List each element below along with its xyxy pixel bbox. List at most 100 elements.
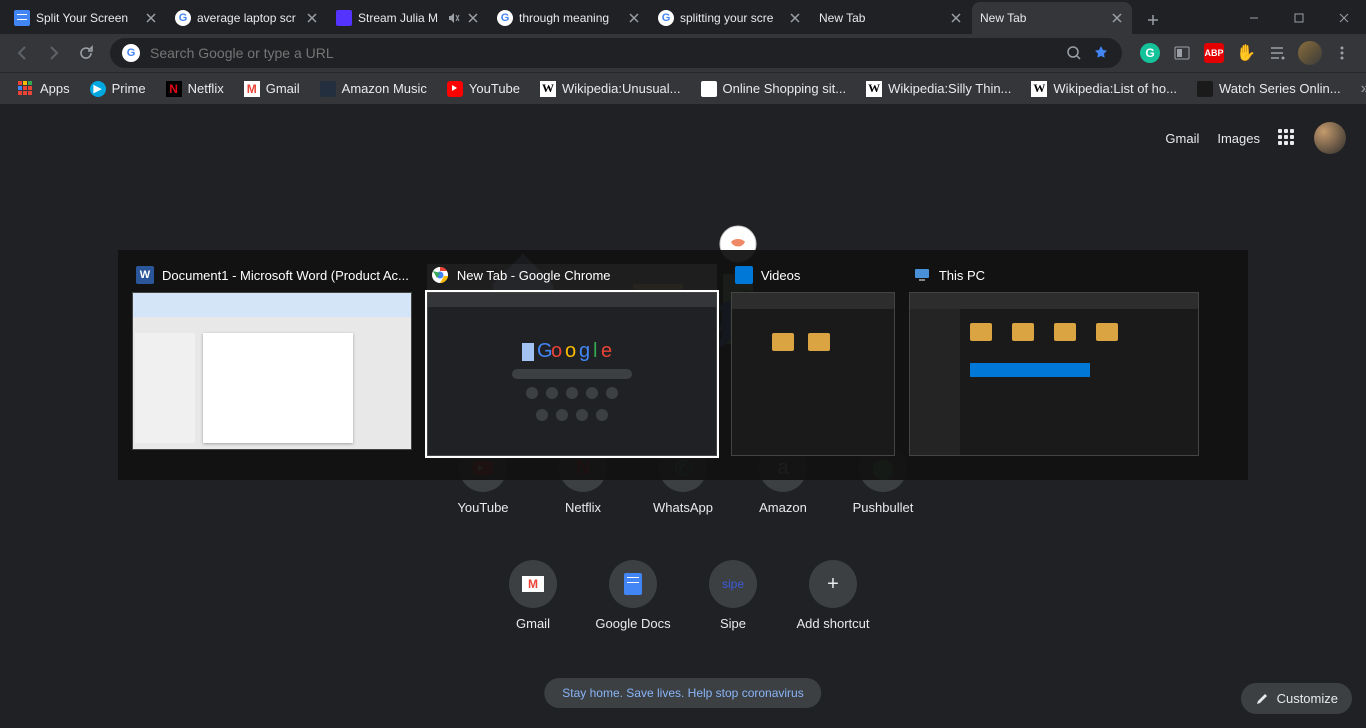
gmail-link[interactable]: Gmail bbox=[1165, 131, 1199, 146]
shortcut-google-docs[interactable]: Google Docs bbox=[583, 560, 683, 631]
tab-title: average laptop scr bbox=[197, 11, 299, 25]
alttab-title: New Tab - Google Chrome bbox=[457, 268, 611, 283]
google-icon: G bbox=[122, 44, 140, 62]
omnibox[interactable]: G bbox=[110, 38, 1122, 68]
tab-4[interactable]: G splitting your scre bbox=[650, 2, 810, 34]
bookmark-label: Wikipedia:List of ho... bbox=[1053, 81, 1177, 96]
tab-1[interactable]: G average laptop scr bbox=[167, 2, 327, 34]
soundcloud-icon bbox=[336, 10, 352, 26]
bookmark-prime[interactable]: ▶ Prime bbox=[82, 77, 154, 101]
customize-button[interactable]: Customize bbox=[1241, 683, 1352, 714]
window-controls bbox=[1231, 2, 1366, 34]
google-icon: G bbox=[175, 10, 191, 26]
bookmark-label: Watch Series Onlin... bbox=[1219, 81, 1341, 96]
images-link[interactable]: Images bbox=[1217, 131, 1260, 146]
word-icon: W bbox=[136, 266, 154, 284]
reader-ext-icon[interactable] bbox=[1172, 43, 1192, 63]
account-avatar[interactable] bbox=[1314, 122, 1346, 154]
tab-3[interactable]: G through meaning bbox=[489, 2, 649, 34]
alttab-title: Videos bbox=[761, 268, 801, 283]
shortcut-sipe[interactable]: sipeSipe bbox=[683, 560, 783, 631]
tab-6-active[interactable]: New Tab bbox=[972, 2, 1132, 34]
audio-muted-icon[interactable] bbox=[446, 11, 460, 25]
alttab-item-chrome[interactable]: New Tab - Google Chrome Google bbox=[427, 264, 717, 456]
bookmark-label: Amazon Music bbox=[342, 81, 427, 96]
gmail-icon bbox=[244, 81, 260, 97]
alttab-item-thispc[interactable]: This PC bbox=[909, 264, 1199, 456]
bookmark-wiki-unusual[interactable]: W Wikipedia:Unusual... bbox=[532, 77, 689, 101]
bookmark-label: Prime bbox=[112, 81, 146, 96]
alttab-title: Document1 - Microsoft Word (Product Ac..… bbox=[162, 268, 409, 283]
shortcut-gmail[interactable]: Gmail bbox=[483, 560, 583, 631]
tab-0[interactable]: Split Your Screen bbox=[6, 2, 166, 34]
tab-strip: Split Your Screen G average laptop scr S… bbox=[0, 0, 1366, 34]
search-icon[interactable] bbox=[1066, 45, 1082, 61]
close-icon[interactable] bbox=[627, 11, 641, 25]
shortcut-label: Netflix bbox=[565, 500, 601, 515]
bookmarks-overflow-button[interactable]: » bbox=[1353, 80, 1366, 98]
new-tab-button[interactable] bbox=[1139, 6, 1167, 34]
bookmark-youtube[interactable]: YouTube bbox=[439, 77, 528, 101]
wikipedia-icon: W bbox=[866, 81, 882, 97]
abp-ext-icon[interactable]: ABP bbox=[1204, 43, 1224, 63]
gesture-ext-icon[interactable]: ✋ bbox=[1236, 43, 1256, 63]
reload-button[interactable] bbox=[72, 39, 100, 67]
forward-button[interactable] bbox=[40, 39, 68, 67]
profile-avatar[interactable] bbox=[1298, 41, 1322, 65]
wikipedia-icon: W bbox=[540, 81, 556, 97]
bookmark-label: YouTube bbox=[469, 81, 520, 96]
close-icon[interactable] bbox=[466, 11, 480, 25]
shortcut-label: Google Docs bbox=[595, 616, 670, 631]
minimize-button[interactable] bbox=[1231, 2, 1276, 34]
tab-title: Split Your Screen bbox=[36, 11, 138, 25]
svg-text:l: l bbox=[593, 340, 597, 362]
google-icon: G bbox=[497, 10, 513, 26]
docs-icon bbox=[14, 10, 30, 26]
bookmark-netflix[interactable]: NNetflix bbox=[158, 77, 232, 101]
tab-2[interactable]: Stream Julia M bbox=[328, 2, 488, 34]
shortcuts-row-2: Gmail Google Docs sipeSipe +Add shortcut bbox=[483, 560, 883, 631]
bookmark-wiki-silly[interactable]: WWikipedia:Silly Thin... bbox=[858, 77, 1019, 101]
google-apps-icon[interactable] bbox=[1278, 129, 1296, 147]
apps-icon bbox=[18, 81, 34, 97]
bookmarks-bar: Apps ▶Prime NNetflix Gmail Amazon Music … bbox=[0, 72, 1366, 104]
prime-icon: ▶ bbox=[90, 81, 106, 97]
chrome-menu-icon[interactable] bbox=[1334, 45, 1350, 61]
close-icon[interactable] bbox=[788, 11, 802, 25]
alttab-thumbnail bbox=[909, 292, 1199, 456]
close-window-button[interactable] bbox=[1321, 2, 1366, 34]
docs-icon bbox=[624, 573, 642, 595]
customize-label: Customize bbox=[1277, 691, 1338, 706]
maximize-button[interactable] bbox=[1276, 2, 1321, 34]
bookmark-amazon-music[interactable]: Amazon Music bbox=[312, 77, 435, 101]
alt-tab-overlay: W Document1 - Microsoft Word (Product Ac.… bbox=[118, 250, 1248, 480]
close-icon[interactable] bbox=[305, 11, 319, 25]
back-button[interactable] bbox=[8, 39, 36, 67]
bookmark-apps[interactable]: Apps bbox=[10, 77, 78, 101]
tab-5[interactable]: New Tab bbox=[811, 2, 971, 34]
chrome-icon bbox=[431, 266, 449, 284]
bookmark-gmail[interactable]: Gmail bbox=[236, 77, 308, 101]
bookmark-label: Wikipedia:Unusual... bbox=[562, 81, 681, 96]
media-hub-icon[interactable] bbox=[1268, 44, 1286, 62]
alttab-item-word[interactable]: W Document1 - Microsoft Word (Product Ac.… bbox=[132, 264, 413, 450]
thispc-icon bbox=[913, 266, 931, 284]
tab-title: splitting your scre bbox=[680, 11, 782, 25]
address-input[interactable] bbox=[150, 45, 1056, 61]
add-shortcut-button[interactable]: +Add shortcut bbox=[783, 560, 883, 631]
wikipedia-icon: W bbox=[1031, 81, 1047, 97]
close-icon[interactable] bbox=[949, 11, 963, 25]
alttab-item-videos[interactable]: Videos bbox=[731, 264, 895, 456]
bookmark-star-icon[interactable] bbox=[1092, 44, 1110, 62]
close-icon[interactable] bbox=[144, 11, 158, 25]
bookmark-wiki-list[interactable]: W Wikipedia:List of ho... bbox=[1023, 77, 1185, 101]
bookmark-watchseries[interactable]: Watch Series Onlin... bbox=[1189, 77, 1349, 101]
svg-text:e: e bbox=[601, 340, 612, 362]
svg-text:o: o bbox=[565, 340, 576, 362]
covid-banner[interactable]: Stay home. Save lives. Help stop coronav… bbox=[544, 678, 821, 708]
close-icon[interactable] bbox=[1110, 11, 1124, 25]
svg-text:g: g bbox=[579, 340, 590, 362]
grammarly-ext-icon[interactable]: G bbox=[1140, 43, 1160, 63]
bookmark-shopping[interactable]: Online Shopping sit... bbox=[693, 77, 855, 101]
shortcut-label: Add shortcut bbox=[797, 616, 870, 631]
